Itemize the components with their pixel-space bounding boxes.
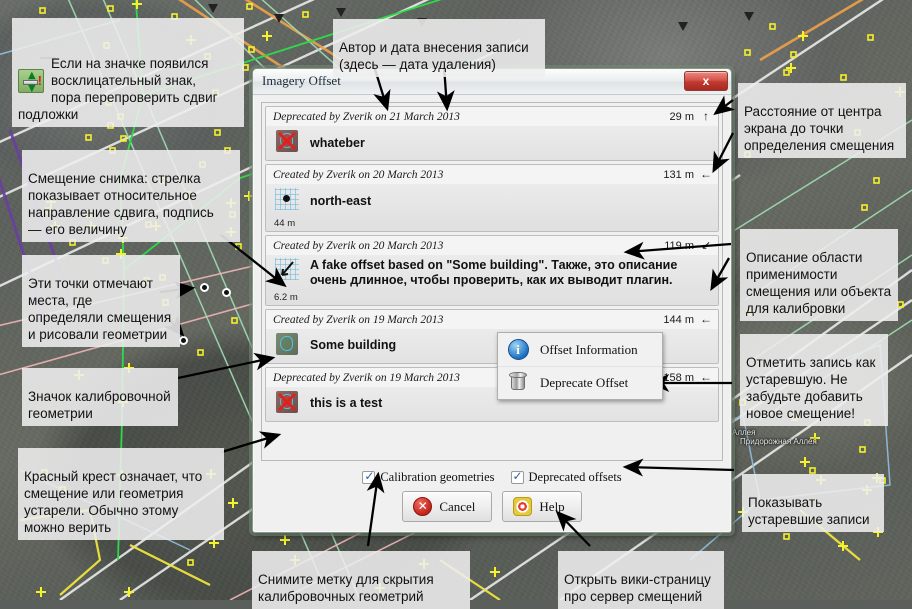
annotation-text: Значок калибровочной геометрии <box>28 389 171 421</box>
imagery-offset-dialog[interactable]: Imagery Offset x Deprecated by Zverik on… <box>252 68 732 533</box>
dialog-body: Deprecated by Zverik on 21 March 2013 29… <box>253 95 731 532</box>
offset-grid-dot-icon <box>274 188 300 215</box>
offset-meta-row: Created by Zverik on 19 March 2013 144 m… <box>266 310 718 329</box>
menu-item-offset-information[interactable]: i Offset Information <box>498 333 662 366</box>
menu-item-label: Deprecate Offset <box>538 375 628 391</box>
offset-list[interactable]: Deprecated by Zverik on 21 March 2013 29… <box>261 102 723 461</box>
offset-meta-row: Created by Zverik on 20 March 2013 131 m… <box>266 165 718 184</box>
annotation-callout: Открыть вики-страницу про сервер смещени… <box>558 551 724 609</box>
cancel-button[interactable]: ✕ Cancel <box>402 491 492 522</box>
annotation-callout: Отметить запись как устаревшую. Не забуд… <box>740 334 888 426</box>
checkmark-icon[interactable] <box>362 471 375 484</box>
annotation-callout: Автор и дата внесения записи (здесь — да… <box>333 19 545 77</box>
annotation-text: Описание области применимости смещения и… <box>746 250 891 316</box>
offset-author-date: Created by Zverik on 20 March 2013 <box>273 169 663 181</box>
annotation-text: Расстояние от центра экрана до точки опр… <box>744 104 894 153</box>
offset-name: whateber <box>310 136 365 151</box>
dialog-filter-checkboxes: Calibration geometries Deprecated offset… <box>261 461 723 491</box>
trash-icon <box>498 371 538 395</box>
offset-list-item[interactable]: Deprecated by Zverik on 21 March 2013 29… <box>265 106 719 161</box>
annotation-callout: Показывать устаревшие записи <box>742 474 884 532</box>
checkbox-deprecated-offsets[interactable]: Deprecated offsets <box>511 470 622 485</box>
annotation-callout: Красный крест означает, что смещение или… <box>18 448 224 540</box>
annotation-text: Показывать устаревшие записи <box>748 495 870 527</box>
cancel-icon: ✕ <box>413 497 432 516</box>
offset-context-menu[interactable]: i Offset Information Deprecate Offset <box>497 332 663 400</box>
offset-name-row[interactable]: A fake offset based on "Some building". … <box>266 255 718 292</box>
offset-name: north-east <box>310 194 371 209</box>
offset-direction-icon: ↑ <box>700 109 712 124</box>
offset-distance: 119 m <box>664 240 694 252</box>
map-offset-node[interactable] <box>200 283 209 292</box>
menu-item-label: Offset Information <box>538 342 638 358</box>
map-street-label: Аллея <box>732 428 755 437</box>
map-offset-node[interactable] <box>179 336 188 345</box>
offset-magnitude: 44 m <box>266 218 718 231</box>
offset-list-item[interactable]: Created by Zverik on 20 March 2013 119 m… <box>265 235 719 306</box>
dialog-title: Imagery Offset <box>262 73 341 89</box>
annotation-text: Снимите метку для скрытия калибровочных … <box>258 572 434 604</box>
checkbox-label: Deprecated offsets <box>529 470 622 485</box>
offset-name: A fake offset based on "Some building". … <box>310 258 712 289</box>
offset-author-date: Created by Zverik on 19 March 2013 <box>273 314 663 326</box>
annotation-callout: Снимите метку для скрытия калибровочных … <box>252 551 470 609</box>
offset-direction-icon: ← <box>700 312 712 327</box>
deprecated-calibration-icon <box>274 391 300 418</box>
deprecated-calibration-icon <box>274 130 300 157</box>
calibration-geometry-icon <box>274 333 300 360</box>
annotation-callout: Описание области применимости смещения и… <box>740 229 898 321</box>
offset-name: this is a test <box>310 396 382 411</box>
offset-author-date: Deprecated by Zverik on 21 March 2013 <box>273 111 670 123</box>
offset-name-row[interactable]: north-east <box>266 184 718 218</box>
annotation-text: Если на значке появился восклицательный … <box>18 56 218 122</box>
annotation-callout: Эти точки отмечают места, где определяли… <box>22 255 180 347</box>
annotation-callout: Смещение снимка: стрелка показывает отно… <box>22 150 240 242</box>
map-street-label: Придорожная Аллея <box>740 437 817 446</box>
offset-name: Some building <box>310 338 396 353</box>
info-icon: i <box>498 339 538 360</box>
offset-name-row[interactable]: whateber <box>266 126 718 160</box>
annotation-callout: Значок калибровочной геометрии <box>22 368 178 426</box>
annotation-text: Эти точки отмечают места, где определяли… <box>28 276 171 342</box>
offset-meta-row: Deprecated by Zverik on 21 March 2013 29… <box>266 107 718 126</box>
offset-grid-arrow-icon <box>274 258 300 285</box>
annotation-text: Красный крест означает, что смещение или… <box>24 469 202 535</box>
annotation-text: Смещение снимка: стрелка показывает отно… <box>28 171 214 237</box>
checkmark-icon[interactable] <box>511 471 524 484</box>
annotation-text: Отметить запись как устаревшую. Не забуд… <box>746 355 875 421</box>
help-button-label: Help <box>539 499 564 515</box>
offset-direction-icon: ← <box>700 370 712 385</box>
annotation-callout: ▲▼! Если на значке появился восклицатель… <box>12 18 244 127</box>
offset-warning-icon: ▲▼! <box>18 52 44 97</box>
cancel-button-label: Cancel <box>439 499 475 515</box>
offset-distance: 144 m <box>663 314 694 326</box>
offset-direction-icon: ← <box>700 167 712 182</box>
offset-distance: 131 m <box>663 169 694 181</box>
menu-item-deprecate-offset[interactable]: Deprecate Offset <box>498 366 662 399</box>
offset-meta-row: Created by Zverik on 20 March 2013 119 m… <box>266 236 718 255</box>
checkbox-calibration-geometries[interactable]: Calibration geometries <box>362 470 494 485</box>
dialog-button-bar: ✕ Cancel Help <box>261 491 723 532</box>
offset-direction-icon: ↙ <box>700 238 712 253</box>
help-button[interactable]: Help <box>502 491 581 522</box>
offset-distance: 29 m <box>670 111 694 123</box>
offset-distance: 158 m <box>663 372 694 384</box>
annotation-text: Автор и дата внесения записи (здесь — да… <box>339 40 529 72</box>
checkbox-label: Calibration geometries <box>380 470 494 485</box>
close-icon[interactable]: x <box>684 71 728 91</box>
map-offset-node[interactable] <box>222 288 231 297</box>
offset-magnitude: 6.2 m <box>266 292 718 305</box>
lifering-help-icon <box>513 497 532 516</box>
offset-list-item[interactable]: Created by Zverik on 20 March 2013 131 m… <box>265 164 719 232</box>
offset-author-date: Created by Zverik on 20 March 2013 <box>273 240 664 252</box>
annotation-callout: Расстояние от центра экрана до точки опр… <box>738 83 906 158</box>
annotation-text: Открыть вики-страницу про сервер смещени… <box>564 572 711 604</box>
